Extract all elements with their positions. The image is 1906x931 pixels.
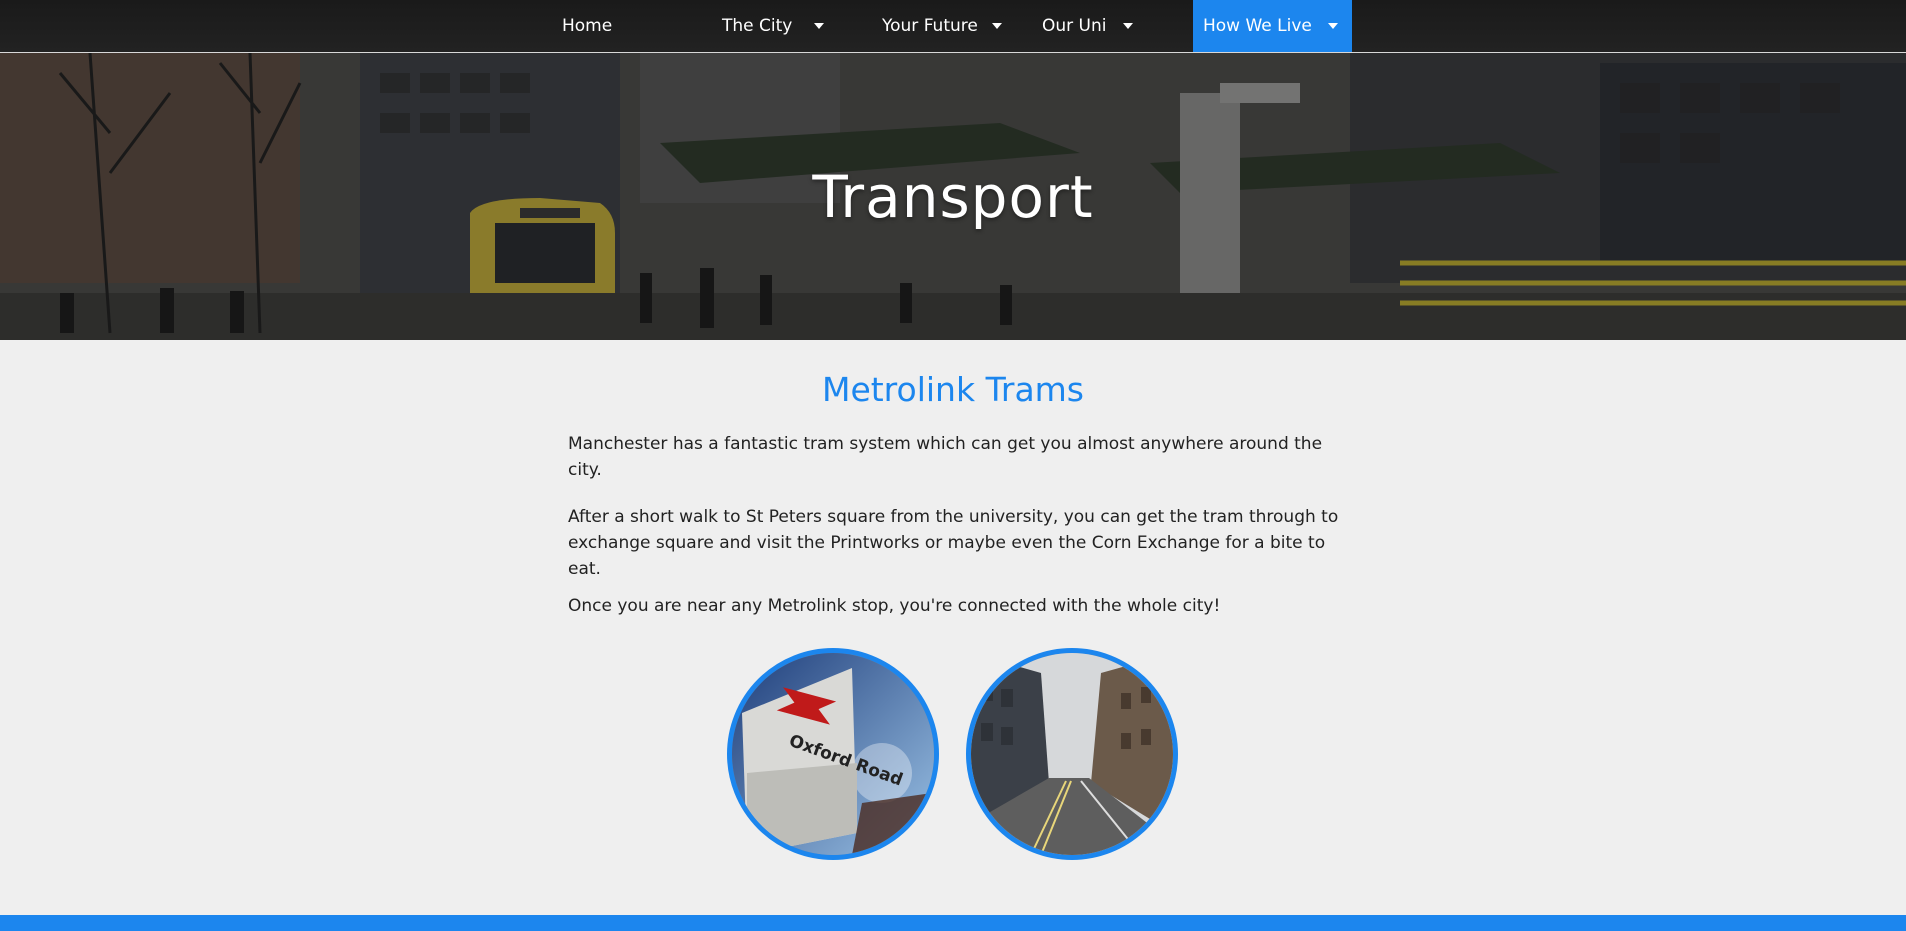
city-street-image	[971, 653, 1173, 855]
nav-item-the-city[interactable]: The City	[722, 0, 825, 52]
nav-item-your-future[interactable]: Your Future	[882, 0, 1002, 52]
nav-item-label: How We Live	[1203, 16, 1312, 36]
caret-down-icon	[1327, 23, 1338, 29]
nav-item-our-uni[interactable]: Our Uni	[1042, 0, 1133, 52]
nav-item-label: The City	[722, 16, 793, 36]
paragraph-details: After a short walk to St Peters square f…	[568, 507, 1339, 579]
oxford-road-sign-image: Oxford Road	[732, 653, 934, 855]
caret-down-icon	[1122, 23, 1133, 29]
top-navbar: Home The City Your Future Our Uni How We…	[0, 0, 1906, 53]
footer-bar	[0, 915, 1906, 931]
section-title: Metrolink Trams	[821, 370, 1085, 409]
hero-banner: Transport	[0, 53, 1906, 340]
nav-item-how-we-live[interactable]: How We Live	[1193, 0, 1352, 52]
caret-down-icon	[814, 23, 825, 29]
nav-item-label: Home	[562, 16, 613, 36]
caret-down-icon	[991, 23, 1002, 29]
nav-item-home[interactable]: Home	[562, 0, 612, 52]
photo-oxford-road: Oxford Road	[727, 648, 939, 860]
nav-item-label: Our Uni	[1042, 16, 1107, 36]
nav-item-label: Your Future	[882, 16, 978, 36]
paragraph-intro: Manchester has a fantastic tram system w…	[568, 434, 1323, 480]
photo-city-street	[966, 648, 1178, 860]
paragraph-closing: Once you are near any Metrolink stop, yo…	[568, 596, 1221, 616]
page-title: Transport	[812, 163, 1094, 231]
